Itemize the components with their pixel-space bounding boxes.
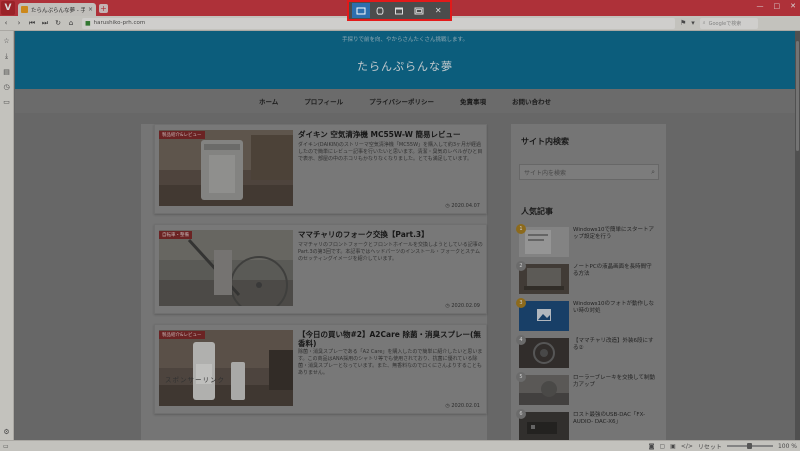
- capture-freeform-icon: [376, 6, 384, 15]
- capture-window-icon: [395, 7, 404, 14]
- capture-fullscreen-icon: [414, 7, 424, 14]
- close-icon: ✕: [434, 6, 442, 15]
- capture-freeform-button[interactable]: [371, 3, 389, 18]
- capture-area-icon: [356, 7, 366, 14]
- rank-badge: 5: [516, 372, 526, 382]
- rank-badge: 1: [516, 224, 526, 234]
- capture-fullscreen-button[interactable]: [410, 3, 428, 18]
- rank-badge: 3: [516, 298, 526, 308]
- capture-dim-overlay: [0, 0, 800, 451]
- capture-toolbar: ✕: [347, 0, 452, 21]
- rank-badge: 4: [516, 335, 526, 345]
- rank-badge: 6: [516, 409, 526, 419]
- rank-badge: 2: [516, 261, 526, 271]
- capture-window-button[interactable]: [390, 3, 408, 18]
- capture-area-button[interactable]: [351, 3, 370, 18]
- capture-close-button[interactable]: ✕: [429, 3, 447, 18]
